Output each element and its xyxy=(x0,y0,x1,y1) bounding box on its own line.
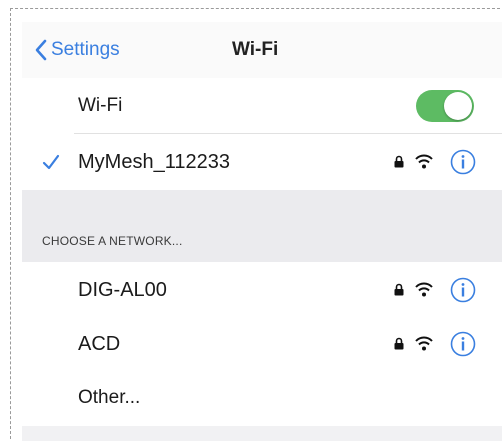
network-name: ACD xyxy=(78,333,121,355)
network-row[interactable]: ACD xyxy=(22,316,502,372)
bottom-group-background xyxy=(22,426,502,441)
section-header: CHOOSE A NETWORK... xyxy=(42,234,183,248)
section-gap: CHOOSE A NETWORK... xyxy=(22,190,502,262)
wifi-toggle-switch[interactable] xyxy=(416,90,474,122)
back-button[interactable]: Settings xyxy=(34,37,120,63)
other-network-row[interactable]: Other... xyxy=(22,370,502,426)
info-icon[interactable] xyxy=(450,149,476,175)
checkmark-icon xyxy=(42,154,60,170)
wifi-toggle-row: Wi-Fi xyxy=(22,78,502,134)
connected-network-name: MyMesh_112233 xyxy=(78,151,230,173)
lock-icon xyxy=(394,155,404,168)
network-name: DIG-AL00 xyxy=(78,279,167,301)
wifi-label: Wi-Fi xyxy=(78,95,123,116)
toggle-knob xyxy=(444,92,472,120)
other-network-label: Other... xyxy=(78,387,141,408)
wifi-icon xyxy=(415,336,433,351)
nav-bar: Settings Wi-Fi xyxy=(22,22,502,78)
lock-icon xyxy=(394,283,404,296)
wifi-icon xyxy=(415,282,433,297)
info-icon[interactable] xyxy=(450,277,476,303)
lock-icon xyxy=(394,337,404,350)
network-row[interactable]: DIG-AL00 xyxy=(22,262,502,318)
wifi-icon xyxy=(415,154,433,169)
chevron-left-icon xyxy=(35,39,47,61)
connected-network-row[interactable]: MyMesh_112233 xyxy=(22,134,502,190)
info-icon[interactable] xyxy=(450,331,476,357)
back-label: Settings xyxy=(51,39,120,60)
page-title: Wi-Fi xyxy=(232,39,279,60)
